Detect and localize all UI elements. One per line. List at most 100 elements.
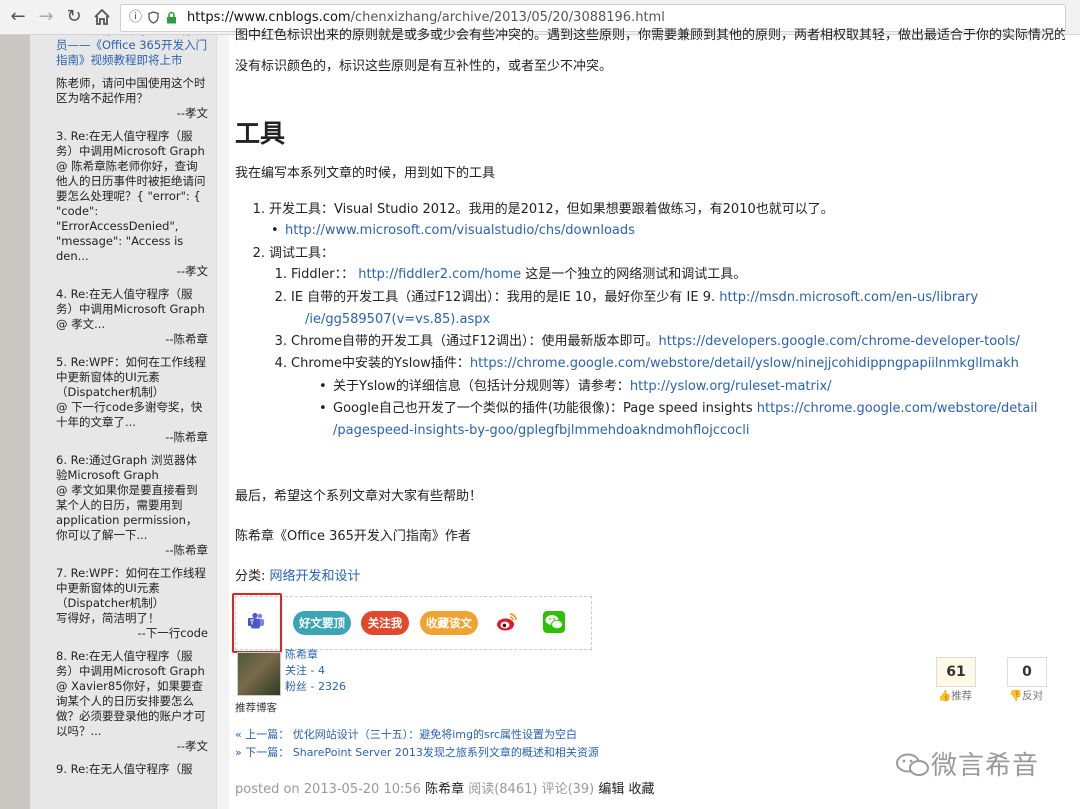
comment-title[interactable]: 2. Re:所有人都可以是外行人员——《Office 365开发入门指南》视频教…: [56, 35, 208, 68]
wechat-icon[interactable]: [542, 610, 566, 634]
comment-body: 写得好，简洁明了！: [56, 611, 160, 625]
author-fans-count[interactable]: 粉丝 - 2326: [285, 679, 346, 695]
url-text[interactable]: https://www.cnblogs.com/chenxizhang/arch…: [187, 9, 665, 27]
teams-share-button[interactable]: T: [232, 593, 282, 653]
upvote-text: 推荐: [951, 690, 973, 702]
back-icon[interactable]: ←: [6, 5, 30, 29]
comment-title[interactable]: 9. Re:在无人值守程序（服: [56, 762, 208, 777]
pagespeed-link[interactable]: https://chrome.google.com/webstore/detai…: [757, 401, 1038, 416]
comment-author: --下一行code: [137, 626, 208, 640]
author-follow-count[interactable]: 关注 - 4: [285, 663, 325, 679]
bullet-icon: •: [319, 379, 327, 394]
sub-item-2: 2. IE 自带的开发工具（通过F12调出）：我用的是IE 10，最好你至少有 I…: [271, 289, 979, 307]
sub-item-2-cont: /ie/gg589507(v=vs.85).aspx: [305, 311, 490, 329]
bullet-icon: •: [271, 223, 279, 238]
comment-body: @ 陈希章陈老师你好，查询他人的日历事件时被拒绝请问要怎么处理呢？{ "erro…: [56, 159, 206, 263]
msdn-link[interactable]: http://msdn.microsoft.com/en-us/library: [719, 290, 978, 305]
msdn-link-cont[interactable]: /ie/gg589507(v=vs.85).aspx: [305, 312, 490, 327]
sub-item-3: 3. Chrome自带的开发工具（通过F12调出）：使用最新版本即可。https:…: [271, 333, 1020, 351]
list-number: 1.: [252, 202, 265, 217]
upvote-label[interactable]: 👍推荐: [938, 688, 972, 703]
next-post-label: » 下一篇：: [235, 746, 290, 759]
reload-icon[interactable]: ↻: [62, 5, 86, 29]
comment-item: 3. Re:在无人值守程序（服务）中调用Microsoft Graph @ 陈希…: [56, 129, 208, 279]
sidebar-divider: [216, 35, 229, 809]
category-link[interactable]: 网络开发和设计: [270, 569, 361, 584]
list-text: 关于Yslow的详细信息（包括计分规则等）请参考：: [333, 379, 630, 394]
list-text: Chrome中安装的Yslow插件：: [291, 356, 470, 371]
read-comment-count: 阅读(8461) 评论(39): [464, 782, 599, 797]
comment-title[interactable]: 8. Re:在无人值守程序（服务）中调用Microsoft Graph: [56, 649, 208, 679]
comment-author: --孝文: [176, 264, 208, 278]
comment-item: 4. Re:在无人值守程序（服务）中调用Microsoft Graph @ 孝文…: [56, 287, 208, 347]
shield-icon[interactable]: [148, 8, 159, 31]
comment-title[interactable]: 3. Re:在无人值守程序（服务）中调用Microsoft Graph: [56, 129, 208, 159]
next-post-link[interactable]: SharePoint Server 2013发现之旅系列文章的概述和相关资源: [293, 746, 599, 759]
closing-paragraph: 最后，希望这个系列文章对大家有些帮助！: [235, 489, 483, 504]
comment-author: --孝文: [176, 106, 208, 120]
teams-icon: T: [248, 612, 264, 629]
favorite-link[interactable]: 收藏: [624, 782, 655, 797]
info-icon[interactable]: ⓘ: [129, 8, 142, 28]
comment-item: 2. Re:所有人都可以是外行人员——《Office 365开发入门指南》视频教…: [56, 35, 208, 121]
recommend-button[interactable]: 好文要顶: [293, 611, 351, 635]
comment-title[interactable]: 6. Re:通过Graph 浏览器体验Microsoft Graph: [56, 453, 208, 483]
list-number: 2.: [252, 246, 265, 261]
list-number: 2.: [274, 290, 287, 305]
downvote-label[interactable]: 👎反对: [1009, 688, 1043, 703]
category-label: 分类:: [235, 569, 270, 584]
comment-author: --陈希章: [165, 543, 208, 557]
fiddler-link[interactable]: http://fiddler2.com/home: [358, 267, 521, 282]
list-number: 4.: [274, 356, 287, 371]
prev-post-link[interactable]: 优化网站设计（三十五）：避免将img的src属性设置为空白: [293, 728, 577, 741]
comment-list: 2. Re:所有人都可以是外行人员——《Office 365开发入门指南》视频教…: [56, 35, 208, 785]
favorite-button[interactable]: 收藏该文: [420, 611, 478, 635]
weibo-icon[interactable]: [495, 610, 519, 634]
comment-title[interactable]: 4. Re:在无人值守程序（服务）中调用Microsoft Graph: [56, 287, 208, 317]
comment-body: @ Xavier85你好，如果要查询某个人的日历安排要怎么做？必须要登录他的账户…: [56, 679, 206, 738]
recent-comments-sidebar: 2. Re:所有人都可以是外行人员——《Office 365开发入门指南》视频教…: [30, 35, 216, 809]
edit-link[interactable]: 编辑: [598, 782, 624, 797]
yslow-link[interactable]: https://chrome.google.com/webstore/detai…: [470, 356, 1019, 371]
category-line: 分类: 网络开发和设计: [235, 568, 361, 586]
list-text: Fiddler：：: [291, 267, 355, 282]
downvote-count[interactable]: 0: [1007, 657, 1047, 687]
prev-post: « 上一篇： 优化网站设计（三十五）：避免将img的src属性设置为空白: [235, 727, 577, 743]
comment-item: 5. Re:WPF：如何在工作线程中更新窗体的UI元素（Dispatcher机制…: [56, 355, 208, 445]
url-path: /chenxizhang/archive/2013/05/20/3088196.…: [350, 10, 665, 25]
upvote-count[interactable]: 61: [936, 657, 976, 687]
footer-author-link[interactable]: 陈希章: [425, 782, 464, 797]
author-avatar[interactable]: [237, 652, 281, 696]
bullet-item: • http://www.microsoft.com/visualstudio/c…: [271, 222, 635, 240]
bullet-item-cont: /pagespeed-insights-by-goo/gplegfbjlmmeh…: [333, 422, 749, 440]
wechat-watermark-icon: [896, 753, 929, 776]
comment-item: 8. Re:在无人值守程序（服务）中调用Microsoft Graph @ Xa…: [56, 649, 208, 754]
posted-time: posted on 2013-05-20 10:56: [235, 782, 426, 797]
follow-button[interactable]: 关注我: [361, 611, 409, 635]
comment-item: 9. Re:在无人值守程序（服: [56, 762, 208, 777]
comment-title[interactable]: 7. Re:WPF：如何在工作线程中更新窗体的UI元素（Dispatcher机制…: [56, 566, 208, 611]
watermark-text: 微言希音: [931, 751, 1040, 781]
bullet-item: • Google自己也开发了一个类似的插件(功能很像)：Page speed in…: [319, 400, 1038, 418]
chrome-devtools-link[interactable]: https://developers.google.com/chrome-dev…: [659, 334, 1020, 349]
section-heading: 工具: [235, 119, 286, 148]
vs-download-link[interactable]: http://www.microsoft.com/visualstudio/ch…: [285, 223, 635, 238]
bullet-item: • 关于Yslow的详细信息（包括计分规则等）请参考：http://yslow.o…: [319, 378, 832, 396]
thumbs-up-icon: 👍: [938, 690, 952, 702]
author-name[interactable]: 陈希章: [285, 647, 318, 663]
comment-title[interactable]: 5. Re:WPF：如何在工作线程中更新窗体的UI元素（Dispatcher机制…: [56, 355, 208, 400]
sub-item-1: 1. Fiddler：： http://fiddler2.com/home 这是一…: [271, 266, 747, 284]
home-icon[interactable]: [90, 5, 114, 29]
list-text: Chrome自带的开发工具（通过F12调出）：使用最新版本即可。: [291, 334, 659, 349]
comment-body: 陈老师，请问中国使用这个时区为啥不起作用？: [56, 76, 206, 105]
forward-icon[interactable]: →: [34, 5, 58, 29]
list-text: IE 自带的开发工具（通过F12调出）：我用的是IE 10，最好你至少有 IE …: [291, 290, 720, 305]
list-number: 3.: [274, 334, 287, 349]
pagespeed-link-cont[interactable]: /pagespeed-insights-by-goo/gplegfbjlmmeh…: [333, 423, 749, 438]
comment-body: @ 孝文如果你是要直接看到某个人的日历，需要用到application perm…: [56, 483, 198, 542]
comment-item: 7. Re:WPF：如何在工作线程中更新窗体的UI元素（Dispatcher机制…: [56, 566, 208, 641]
yslow-rules-link[interactable]: http://yslow.org/ruleset-matrix/: [630, 379, 832, 394]
prev-post-label: « 上一篇：: [235, 728, 290, 741]
list-text: 开发工具：Visual Studio 2012。我用的是2012，但如果想要跟着…: [269, 202, 834, 217]
recommend-blog-label: 推荐博客: [235, 702, 277, 714]
